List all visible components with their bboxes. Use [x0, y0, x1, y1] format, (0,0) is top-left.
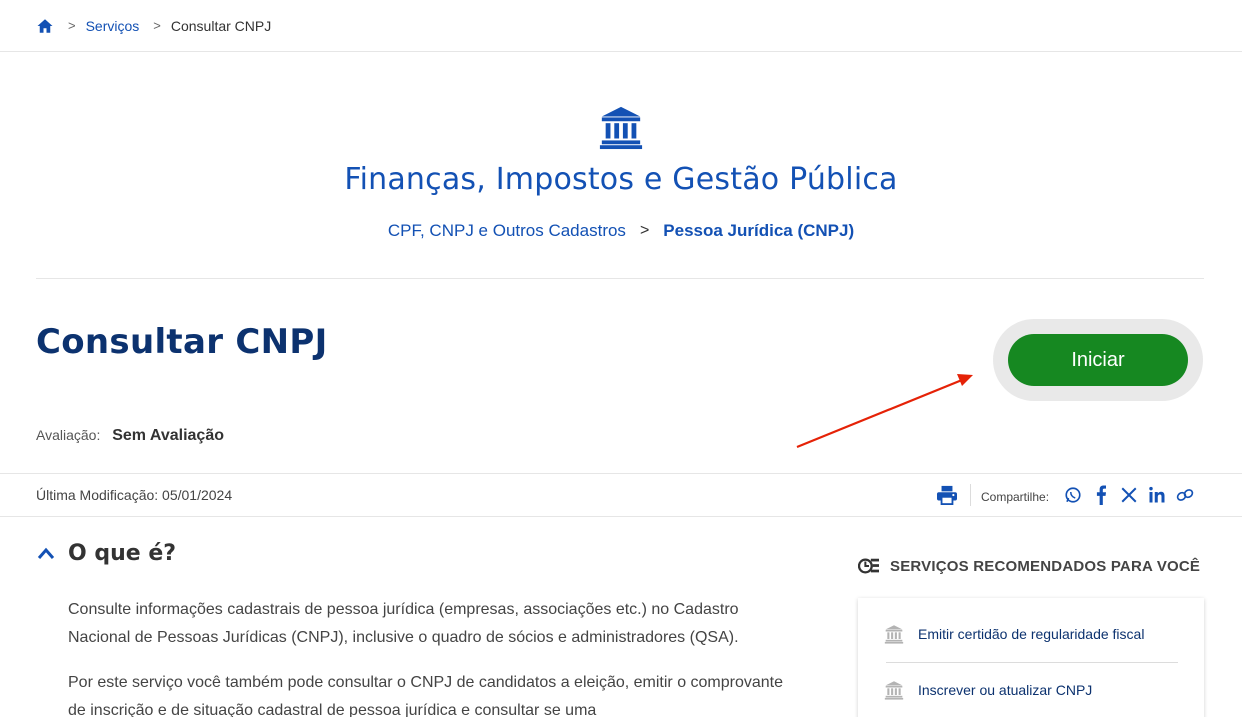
recommended-services-icon	[858, 558, 879, 574]
share-icons	[1064, 485, 1194, 505]
x-icon[interactable]	[1120, 485, 1138, 505]
link-icon[interactable]	[1176, 485, 1194, 505]
page-title: Consultar CNPJ	[36, 322, 328, 362]
category-separator: >	[639, 222, 650, 239]
description-paragraph: Consulte informações cadastrais de pesso…	[68, 601, 739, 646]
category-link-pessoa-juridica[interactable]: Pessoa Jurídica (CNPJ)	[663, 221, 854, 241]
recommended-header: SERVIÇOS RECOMENDADOS PARA VOCÊ	[858, 556, 1200, 576]
breadcrumb-link-servicos[interactable]: Serviços	[86, 18, 140, 34]
home-icon[interactable]	[36, 17, 54, 35]
recommended-item[interactable]: Emitir certidão de regularidade fiscal	[884, 624, 1144, 644]
chevron-up-icon[interactable]	[36, 544, 56, 564]
category-hero: Finanças, Impostos e Gestão Pública CPF,…	[0, 52, 1242, 241]
rating: Avaliação: Sem Avaliação	[36, 427, 224, 445]
start-button-wrapper: Iniciar	[993, 319, 1203, 401]
breadcrumb-separator: >	[153, 18, 161, 33]
recommended-item[interactable]: Inscrever ou atualizar CNPJ	[884, 680, 1092, 700]
category-link-cadastros[interactable]: CPF, CNPJ e Outros Cadastros	[388, 221, 626, 241]
last-modified: Última Modificação: 05/01/2024	[36, 487, 233, 503]
rating-label: Avaliação:	[36, 427, 101, 443]
linkedin-icon[interactable]	[1148, 485, 1166, 505]
breadcrumb-separator: >	[68, 18, 76, 33]
meta-separator	[970, 484, 971, 506]
breadcrumb: > Serviços > Consultar CNPJ	[0, 0, 1242, 52]
rating-value: Sem Avaliação	[112, 427, 224, 444]
print-icon[interactable]	[936, 485, 958, 505]
recommended-divider	[886, 662, 1178, 663]
recommended-title: SERVIÇOS RECOMENDADOS PARA VOCÊ	[890, 557, 1201, 575]
breadcrumb-current: Consultar CNPJ	[170, 17, 272, 34]
meta-bar: Última Modificação: 05/01/2024 Compartil…	[0, 473, 1242, 517]
bank-building-icon	[884, 625, 904, 644]
start-button[interactable]: Iniciar	[1008, 334, 1188, 386]
section-divider	[36, 278, 1204, 279]
annotation-arrow	[796, 374, 973, 449]
description-paragraph: Por este serviço você também pode consul…	[68, 674, 784, 717]
facebook-icon[interactable]	[1092, 485, 1110, 505]
share-label: Compartilhe:	[981, 490, 1050, 504]
section-what-is[interactable]: O que é?	[36, 541, 176, 566]
category-title[interactable]: Finanças, Impostos e Gestão Pública	[0, 162, 1242, 197]
bank-building-icon	[599, 106, 643, 150]
recommended-item-label[interactable]: Emitir certidão de regularidade fiscal	[918, 626, 1144, 642]
whatsapp-icon[interactable]	[1064, 485, 1082, 505]
section-title: O que é?	[68, 541, 177, 566]
recommended-card: Emitir certidão de regularidade fiscal I…	[858, 598, 1204, 717]
category-breadcrumb: CPF, CNPJ e Outros Cadastros > Pessoa Ju…	[0, 221, 1242, 241]
recommended-item-label[interactable]: Inscrever ou atualizar CNPJ	[918, 682, 1092, 698]
bank-building-icon	[884, 681, 904, 700]
